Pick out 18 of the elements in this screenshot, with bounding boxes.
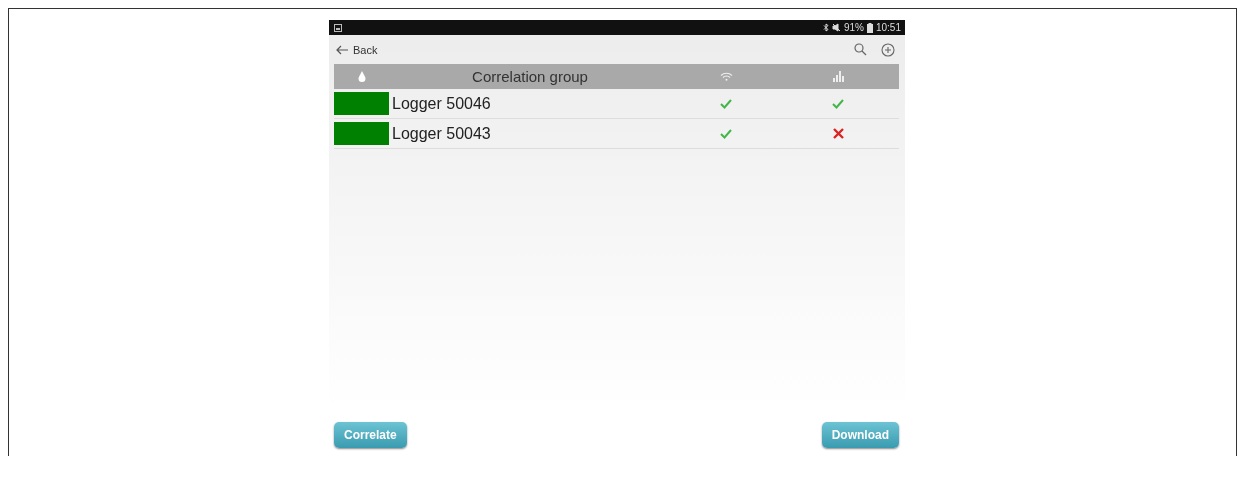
wifi-icon [719,72,733,81]
image-icon [334,23,342,32]
mute-icon [831,23,841,32]
logger-row[interactable]: Logger 50043 [334,119,899,149]
logger-row[interactable]: Logger 50046 [334,89,899,119]
back-button[interactable]: Back [335,43,378,56]
water-drop-icon [358,71,366,82]
clock-time: 10:51 [875,22,901,33]
search-icon[interactable] [854,43,867,56]
battery-icon [866,22,873,33]
bluetooth-icon [822,23,829,32]
column-title: Correlation group [471,68,589,85]
bar-chart-icon [832,71,844,82]
back-arrow-icon [335,44,349,55]
battery-percentage: 91% [843,22,864,33]
logger-name: Logger 50046 [391,94,492,113]
logger-name: Logger 50043 [391,124,492,143]
add-icon[interactable] [881,42,895,57]
